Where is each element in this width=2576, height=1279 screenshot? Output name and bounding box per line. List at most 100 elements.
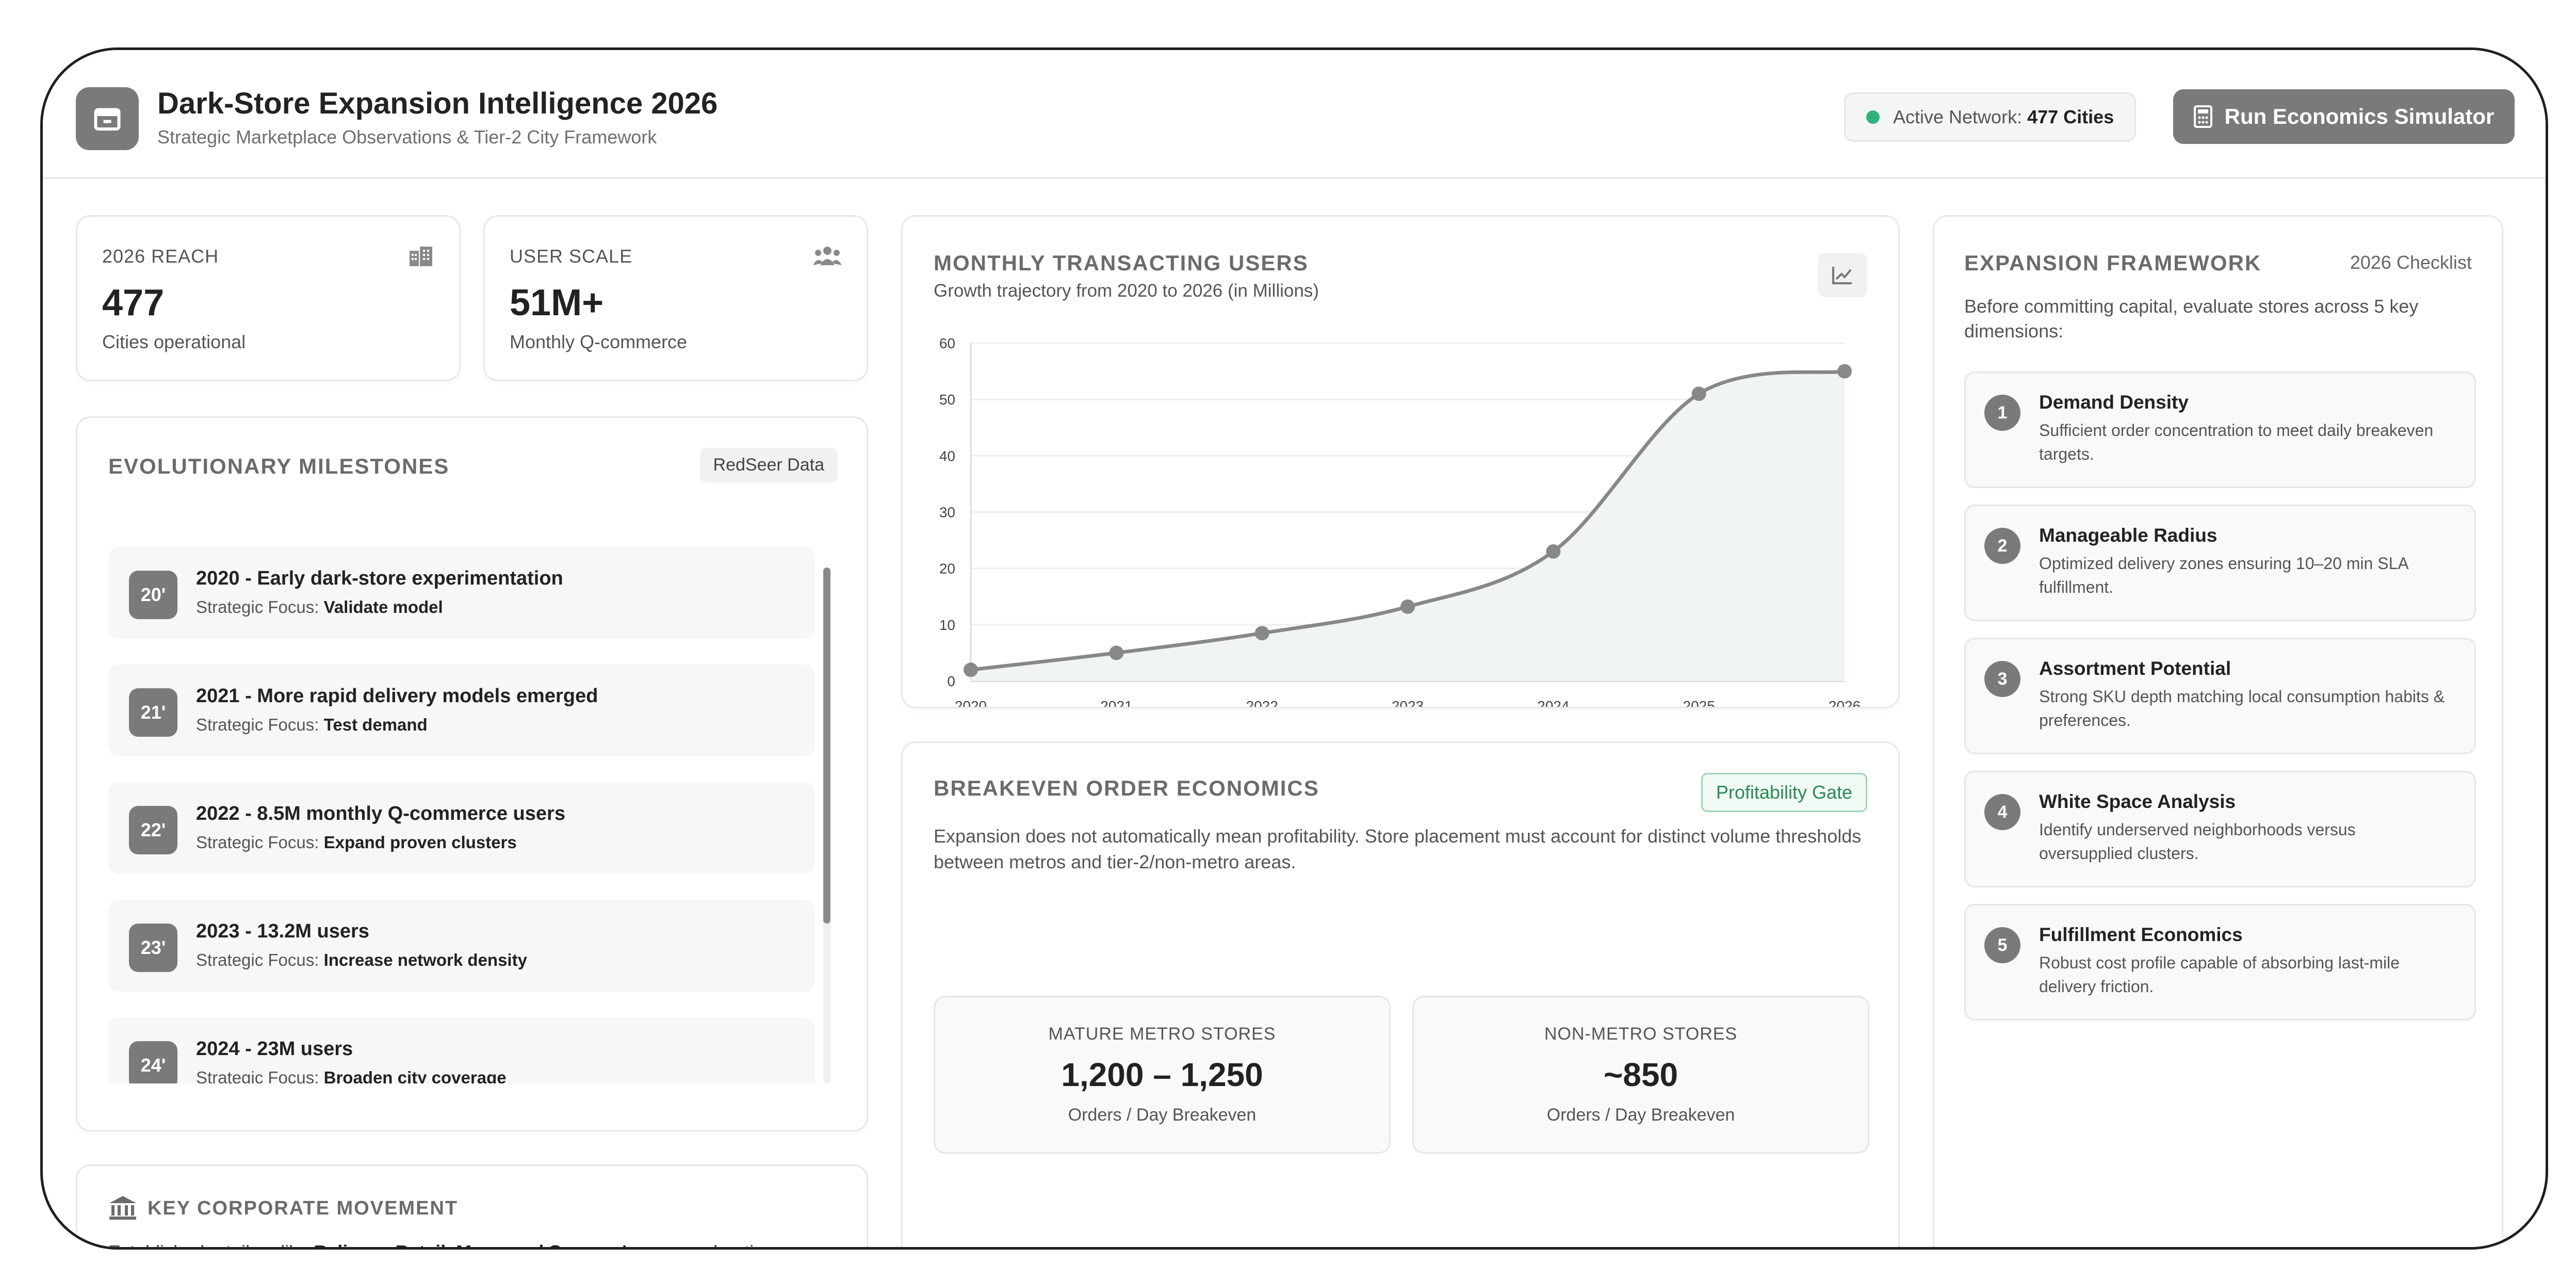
reach-stat-card: 2026 REACH 477 Cities operational bbox=[76, 215, 461, 381]
corporate-header: KEY CORPORATE MOVEMENT bbox=[108, 1195, 458, 1222]
milestone-title: 2021 - More rapid delivery models emerge… bbox=[196, 685, 598, 707]
data-point bbox=[1691, 386, 1706, 401]
status-dot-icon bbox=[1866, 110, 1880, 124]
framework-item: 2 Manageable Radius Optimized delivery z… bbox=[1964, 505, 2476, 621]
users-line-chart: 0 10 20 30 40 50 60 2020 2021 2022 2023 2024 2025 202… bbox=[939, 335, 1861, 707]
x-tick-label: 2022 bbox=[1246, 698, 1278, 707]
framework-desc: Sufficient order concentration to meet d… bbox=[2039, 421, 2434, 463]
framework-desc: Robust cost profile capable of absorbing… bbox=[2039, 953, 2400, 996]
milestone-focus: Strategic Focus: Validate model bbox=[196, 597, 443, 617]
run-simulator-button[interactable]: Run Economics Simulator bbox=[2173, 89, 2515, 144]
milestone-year-chip: 24' bbox=[129, 1041, 177, 1083]
milestone-title: 2024 - 23M users bbox=[196, 1038, 353, 1060]
corporate-text-prefix: Established retailers like bbox=[108, 1241, 314, 1247]
focus-label: Strategic Focus: bbox=[196, 950, 319, 969]
framework-title: EXPANSION FRAMEWORK bbox=[1964, 251, 2262, 275]
x-tick-label: 2024 bbox=[1537, 698, 1569, 707]
framework-name: Demand Density bbox=[2039, 392, 2189, 413]
network-value: 477 Cities bbox=[2027, 106, 2114, 127]
milestone-focus: Strategic Focus: Test demand bbox=[196, 715, 428, 735]
milestone-title: 2022 - 8.5M monthly Q-commerce users bbox=[196, 803, 565, 824]
milestone-year-chip: 21' bbox=[129, 688, 177, 737]
corporate-text-suffix: are accelerating bbox=[637, 1241, 774, 1247]
data-point bbox=[1254, 626, 1269, 641]
users-chart-card: MONTHLY TRANSACTING USERS Growth traject… bbox=[901, 215, 1900, 708]
non-metro-value: ~850 bbox=[1603, 1056, 1678, 1093]
framework-desc: Strong SKU depth matching local consumpt… bbox=[2039, 687, 2445, 730]
framework-name: Fulfillment Economics bbox=[2039, 924, 2243, 945]
metro-label: MATURE METRO STORES bbox=[1048, 1024, 1276, 1044]
series-area bbox=[971, 371, 1845, 681]
metro-caption: Orders / Day Breakeven bbox=[1068, 1105, 1257, 1125]
framework-name: Assortment Potential bbox=[2039, 658, 2231, 679]
milestone-item: 20' 2020 - Early dark-store experimentat… bbox=[108, 547, 815, 639]
framework-number: 1 bbox=[1984, 395, 2020, 431]
milestone-item: 23' 2023 - 13.2M users Strategic Focus: … bbox=[108, 900, 815, 992]
framework-item: 5 Fulfillment Economics Robust cost prof… bbox=[1964, 904, 2476, 1021]
store-logo-icon bbox=[76, 87, 139, 150]
active-network-pill: Active Network: 477 Cities bbox=[1844, 92, 2137, 142]
milestones-scrollbar-thumb[interactable] bbox=[823, 568, 830, 924]
milestone-focus: Strategic Focus: Expand proven clusters bbox=[196, 833, 517, 852]
focus-value: Validate model bbox=[323, 597, 443, 617]
profitability-gate-badge: Profitability Gate bbox=[1701, 773, 1867, 812]
reach-value: 477 bbox=[102, 282, 165, 323]
metro-breakeven-box: MATURE METRO STORES 1,200 – 1,250 Orders… bbox=[934, 996, 1391, 1154]
user-scale-value: 51M+ bbox=[510, 282, 604, 323]
breakeven-title: BREAKEVEN ORDER ECONOMICS bbox=[934, 776, 1319, 800]
data-point bbox=[1837, 364, 1852, 379]
milestones-title: EVOLUTIONARY MILESTONES bbox=[108, 454, 450, 478]
x-tick-label: 2021 bbox=[1100, 698, 1132, 707]
x-tick-label: 2026 bbox=[1829, 698, 1861, 707]
data-point bbox=[1109, 645, 1124, 660]
framework-card: EXPANSION FRAMEWORK 2026 Checklist Befor… bbox=[1933, 215, 2503, 1247]
framework-number: 4 bbox=[1984, 794, 2020, 830]
app-frame: Dark-Store Expansion Intelligence 2026 S… bbox=[40, 47, 2548, 1250]
y-tick-label: 40 bbox=[939, 448, 955, 464]
y-tick-label: 20 bbox=[939, 561, 955, 577]
y-tick-label: 0 bbox=[947, 673, 955, 689]
milestone-title: 2020 - Early dark-store experimentation bbox=[196, 568, 563, 589]
framework-desc: Optimized delivery zones ensuring 10–20 … bbox=[2039, 554, 2408, 596]
bank-icon bbox=[109, 1196, 136, 1220]
page-title: Dark-Store Expansion Intelligence 2026 bbox=[157, 87, 718, 120]
calculator-icon bbox=[2193, 105, 2212, 128]
data-point bbox=[1400, 599, 1415, 614]
user-scale-caption: Monthly Q-commerce bbox=[510, 331, 688, 352]
y-tick-label: 50 bbox=[939, 392, 955, 408]
corporate-title: KEY CORPORATE MOVEMENT bbox=[148, 1197, 459, 1219]
users-icon bbox=[813, 245, 842, 270]
focus-label: Strategic Focus: bbox=[196, 1068, 319, 1083]
reach-kicker: 2026 REACH bbox=[102, 246, 219, 267]
non-metro-caption: Orders / Day Breakeven bbox=[1546, 1105, 1735, 1125]
milestone-focus: Strategic Focus: Broaden city coverage bbox=[196, 1068, 507, 1083]
user-scale-stat-card: USER SCALE 51M+ Monthly Q-commerce bbox=[483, 215, 868, 381]
breakeven-description: Expansion does not automatically mean pr… bbox=[934, 825, 1862, 872]
breakeven-card: BREAKEVEN ORDER ECONOMICS Profitability … bbox=[901, 741, 1900, 1247]
focus-value: Expand proven clusters bbox=[323, 833, 517, 852]
page-subtitle: Strategic Marketplace Observations & Tie… bbox=[157, 126, 657, 148]
framework-name: Manageable Radius bbox=[2039, 525, 2218, 546]
corporate-text-bold: Reliance Retail, More, and Spencer's bbox=[314, 1241, 637, 1247]
milestone-focus: Strategic Focus: Increase network densit… bbox=[196, 950, 527, 970]
framework-item: 1 Demand Density Sufficient order concen… bbox=[1964, 371, 2476, 488]
framework-desc: Identify underserved neighborhoods versu… bbox=[2039, 820, 2356, 863]
run-simulator-label: Run Economics Simulator bbox=[2224, 104, 2495, 128]
milestones-card: EVOLUTIONARY MILESTONES RedSeer Data 20'… bbox=[76, 416, 868, 1131]
buildings-icon bbox=[407, 245, 434, 270]
framework-item: 4 White Space Analysis Identify underser… bbox=[1964, 771, 2476, 887]
framework-checklist-label: 2026 Checklist bbox=[2350, 252, 2472, 273]
milestones-list: 20' 2020 - Early dark-store experimentat… bbox=[108, 547, 815, 1083]
focus-label: Strategic Focus: bbox=[196, 833, 319, 852]
x-tick-label: 2025 bbox=[1683, 698, 1715, 707]
y-tick-label: 10 bbox=[939, 617, 955, 633]
network-label: Active Network: bbox=[1893, 106, 2023, 127]
corporate-card: KEY CORPORATE MOVEMENT Established retai… bbox=[76, 1164, 868, 1247]
focus-value: Broaden city coverage bbox=[323, 1068, 507, 1083]
corporate-text: Established retailers like Reliance Reta… bbox=[108, 1241, 774, 1247]
data-point bbox=[1546, 544, 1561, 559]
data-point bbox=[964, 662, 978, 677]
focus-value: Test demand bbox=[323, 715, 428, 734]
framework-name: White Space Analysis bbox=[2039, 791, 2236, 812]
y-tick-label: 60 bbox=[939, 335, 955, 351]
